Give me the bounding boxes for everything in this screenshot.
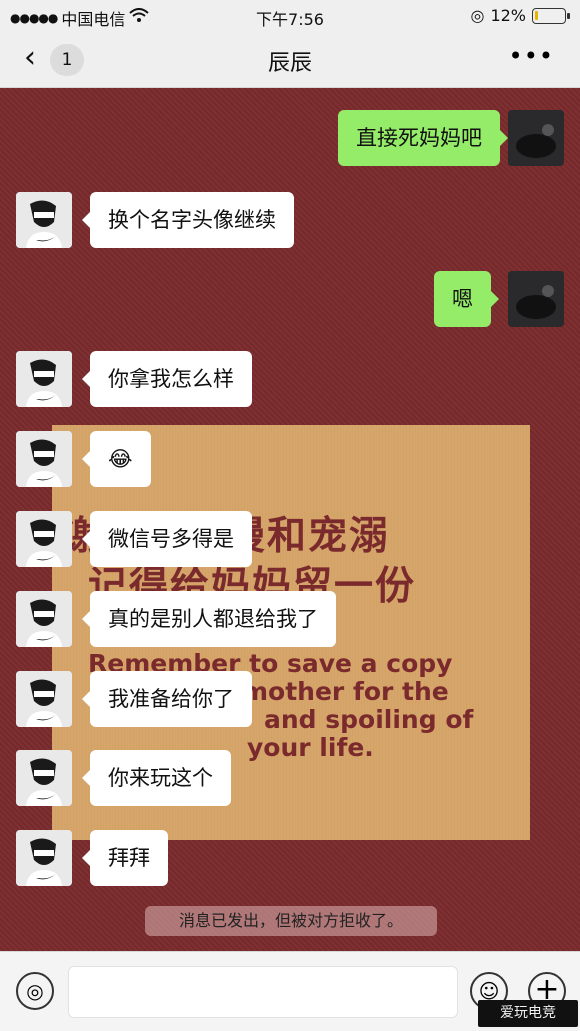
battery-percent: 12% [490, 6, 526, 25]
incoming-message[interactable]: 拜拜 [82, 830, 168, 886]
battery-icon [532, 7, 570, 24]
incoming-message[interactable]: 你来玩这个 [82, 750, 231, 806]
more-icon[interactable]: ••• [509, 42, 554, 70]
friend-avatar[interactable] [16, 351, 72, 407]
chat-header: ‹ 1 辰辰 ••• [0, 32, 580, 88]
friend-avatar[interactable] [16, 750, 72, 806]
outgoing-message[interactable]: 嗯 [434, 271, 499, 327]
friend-avatar[interactable] [16, 192, 72, 248]
friend-avatar[interactable] [16, 511, 72, 567]
status-bar: ●●●●● 中国电信 下午7:56 ◎ 12% [0, 0, 580, 32]
incoming-message[interactable]: 微信号多得是 [82, 511, 252, 567]
chat-area[interactable]: 谢谢的浪漫和宠溺 记得给妈妈留一份 Remember to save a cop… [0, 88, 580, 951]
message-input[interactable] [68, 966, 458, 1018]
poster-en-line2: mother for the [242, 677, 449, 706]
battery-area: ◎ 12% [470, 6, 570, 25]
voice-icon[interactable]: ◎ [16, 972, 54, 1010]
chat-title: 辰辰 [267, 51, 312, 76]
incoming-message[interactable]: 真的是别人都退给我了 [82, 591, 336, 647]
system-notice: 消息已发出，但被对方拒收了。 [145, 906, 437, 936]
incoming-message[interactable]: 换个名字头像继续 [82, 192, 294, 248]
poster-en-line4: your life. [247, 733, 374, 762]
my-avatar[interactable] [508, 110, 564, 166]
orientation-lock-icon: ◎ [470, 6, 485, 25]
friend-avatar[interactable] [16, 671, 72, 727]
incoming-message[interactable]: 我准备给你了 [82, 671, 252, 727]
friend-avatar[interactable] [16, 431, 72, 487]
poster-en-line3: and spoiling of [264, 705, 474, 734]
watermark: 爱玩电竞 [478, 1000, 578, 1027]
incoming-message[interactable]: 😂 [82, 431, 151, 487]
incoming-message[interactable]: 你拿我怎么样 [82, 351, 252, 407]
friend-avatar[interactable] [16, 830, 72, 886]
outgoing-message[interactable]: 直接死妈妈吧 [338, 110, 508, 166]
my-avatar[interactable] [508, 271, 564, 327]
friend-avatar[interactable] [16, 591, 72, 647]
